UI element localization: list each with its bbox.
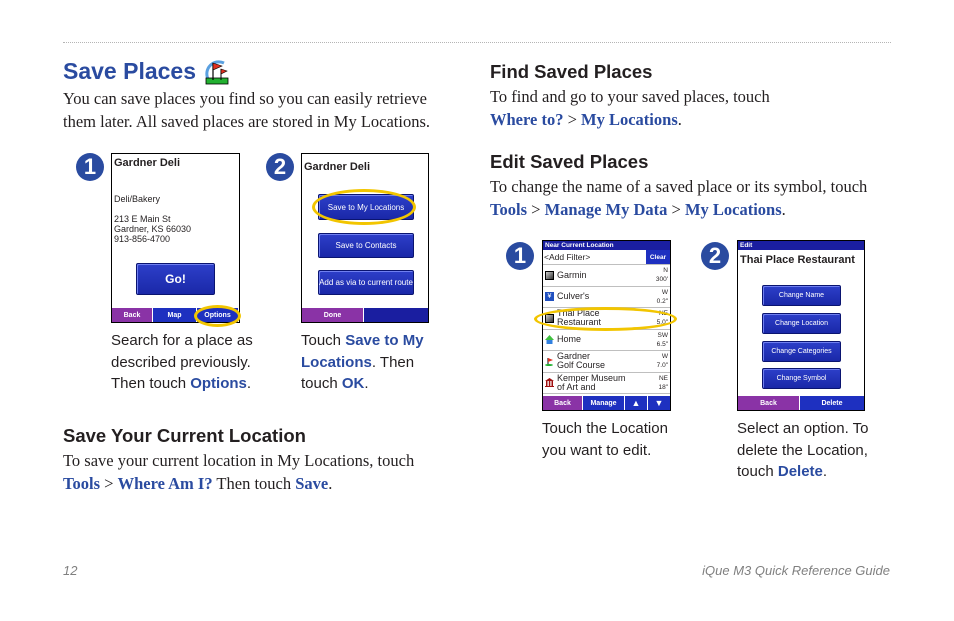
step-number-1: 1: [76, 153, 104, 181]
page-title: Save Places: [63, 58, 230, 85]
down-arrow-icon: ▼: [654, 398, 664, 408]
done-tab[interactable]: Done: [302, 308, 364, 322]
bottom-tab-bar: Done: [302, 308, 428, 322]
edit-step-2-caption: Select an option. To delete the Location…: [737, 420, 869, 480]
home-icon: [545, 335, 554, 345]
list-header: Near Current Location: [543, 241, 670, 250]
options-tab[interactable]: Options: [197, 308, 239, 322]
top-rule: [63, 42, 891, 43]
page-number: 12: [63, 563, 78, 578]
add-as-via-button[interactable]: Add as via to current route: [318, 270, 414, 295]
save-to-contacts-button[interactable]: Save to Contacts: [318, 233, 414, 258]
up-arrow-icon: ▲: [631, 398, 641, 408]
screen-title: Gardner Deli: [114, 157, 181, 169]
golf-flag-icon: [205, 59, 229, 84]
square-icon: [545, 313, 554, 323]
list-item[interactable]: Garmin N 300': [543, 265, 670, 287]
address-line-1: 213 E Main St: [114, 214, 171, 224]
address-line-2: Gardner, KS 66030: [114, 224, 192, 234]
clear-button[interactable]: Clear: [646, 250, 670, 264]
manage-tab[interactable]: Manage: [583, 396, 625, 410]
restaurant-icon: ¥: [545, 292, 554, 302]
save-current-heading: Save Your Current Location: [63, 425, 306, 446]
save-to-my-locations-button[interactable]: Save to My Locations: [318, 194, 414, 220]
change-location-button[interactable]: Change Location: [762, 313, 841, 334]
device-screen-place-details: Gardner Deli Deli/Bakery 213 E Main St G…: [111, 153, 240, 323]
edit-header: Edit: [738, 241, 864, 250]
find-saved-paragraph: To find and go to your saved places, tou…: [490, 87, 770, 129]
change-categories-button[interactable]: Change Categories: [762, 341, 841, 362]
go-button[interactable]: Go!: [136, 263, 215, 295]
step-1-caption: Search for a place as described previous…: [111, 332, 253, 392]
find-saved-heading: Find Saved Places: [490, 61, 653, 82]
edit-step-1-caption: Touch the Location you want to edit.: [542, 420, 668, 459]
step-number-2: 2: [266, 153, 294, 181]
list-item[interactable]: ¥ Culver's W 0.2": [543, 287, 670, 308]
device-screen-location-list: Near Current Location <Add Filter> Clear…: [542, 240, 671, 411]
screen-title: Gardner Deli: [304, 161, 371, 173]
list-item[interactable]: Gardner Golf Course W 7.0": [543, 351, 670, 373]
museum-icon: [545, 378, 554, 388]
add-filter-field[interactable]: <Add Filter>: [543, 250, 646, 264]
bottom-tab-bar: Back Map Options: [112, 308, 239, 322]
list-item[interactable]: Kemper Museum of Art and NE 18": [543, 373, 670, 394]
back-tab[interactable]: Back: [543, 396, 583, 410]
device-screen-edit-options: Edit Thai Place Restaurant Change Name C…: [737, 240, 865, 411]
scroll-up-button[interactable]: ▲: [625, 396, 648, 410]
map-tab[interactable]: Map: [153, 308, 197, 322]
edit-saved-heading: Edit Saved Places: [490, 151, 649, 172]
golf-icon: [545, 357, 553, 366]
change-name-button[interactable]: Change Name: [762, 285, 841, 306]
change-symbol-button[interactable]: Change Symbol: [762, 368, 841, 389]
list-item[interactable]: Home SW 6.5": [543, 330, 670, 351]
back-tab[interactable]: Back: [738, 396, 800, 410]
step-2-caption: Touch Save to My Locations. Then touch O…: [301, 332, 424, 392]
edit-saved-paragraph: To change the name of a saved place or i…: [490, 177, 868, 219]
list-item-selected[interactable]: Thai Place Restaurant NE 5.0": [543, 308, 670, 330]
bottom-tab-bar: Back Delete: [738, 396, 864, 410]
place-category: Deli/Bakery: [114, 194, 161, 204]
delete-tab[interactable]: Delete: [800, 396, 864, 410]
bottom-tab-bar: Back Manage ▲ ▼: [543, 396, 670, 410]
phone-number: 913-856-4700: [114, 234, 171, 244]
intro-paragraph: You can save places you find so you can …: [63, 89, 431, 131]
edit-step-number-2: 2: [701, 242, 729, 270]
guide-title: iQue M3 Quick Reference Guide: [702, 563, 890, 578]
device-screen-options: Gardner Deli Save to My Locations Save t…: [301, 153, 429, 323]
screen-title: Thai Place Restaurant: [740, 254, 855, 266]
scroll-down-button[interactable]: ▼: [648, 396, 670, 410]
edit-step-number-1: 1: [506, 242, 534, 270]
location-list: Garmin N 300' ¥ Culver's W 0.2" Thai Place R…: [543, 265, 670, 394]
save-current-paragraph: To save your current location in My Loca…: [63, 451, 415, 493]
square-icon: [545, 270, 554, 280]
back-tab[interactable]: Back: [112, 308, 153, 322]
